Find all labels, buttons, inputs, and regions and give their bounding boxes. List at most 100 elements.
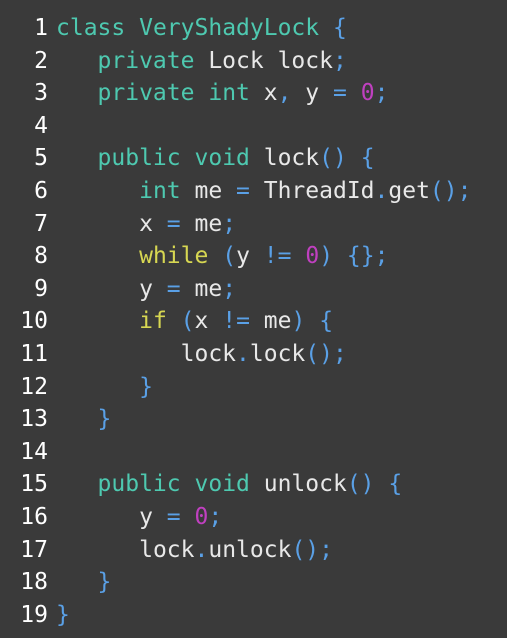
line-number: 10 xyxy=(20,308,48,335)
code-token: ; xyxy=(222,275,237,302)
code-token: . xyxy=(374,177,389,204)
code-token: me xyxy=(180,210,223,237)
code-token: != xyxy=(263,243,292,270)
line-number: 5 xyxy=(34,145,48,172)
code-token: while xyxy=(139,243,209,270)
code-text: int me = ThreadId.get(); xyxy=(56,175,471,208)
code-line[interactable]: 18 } xyxy=(0,566,507,599)
code-token: ; xyxy=(208,503,223,530)
code-token: lock xyxy=(249,145,320,172)
code-token: lock xyxy=(249,340,306,367)
code-text: } xyxy=(56,566,112,599)
code-token: ( xyxy=(180,308,195,335)
code-line[interactable]: 7 x = me; xyxy=(0,208,507,241)
line-number: 13 xyxy=(20,406,48,433)
code-token: () xyxy=(319,145,347,172)
code-token: = xyxy=(236,177,250,204)
code-text: if (x != me) { xyxy=(56,305,333,338)
code-line[interactable]: 6 int me = ThreadId.get(); xyxy=(0,175,507,208)
code-token: (); xyxy=(291,536,333,563)
line-number: 14 xyxy=(20,438,48,465)
line-number: 7 xyxy=(34,210,48,237)
code-token: { xyxy=(360,145,375,172)
code-text: } xyxy=(56,599,70,632)
code-token: void xyxy=(194,145,250,172)
code-token: } xyxy=(56,601,70,628)
code-editor[interactable]: 1 class VeryShadyLock {2 private Lock loc… xyxy=(0,0,507,638)
code-token: x xyxy=(139,210,167,237)
code-line[interactable]: 13 } xyxy=(0,403,507,436)
code-token: public xyxy=(97,145,181,172)
code-line[interactable]: 10 if (x != me) { xyxy=(0,305,507,338)
code-token: y xyxy=(139,503,167,530)
line-number: 9 xyxy=(34,275,48,302)
code-text: while (y != 0) {}; xyxy=(56,240,388,273)
line-number: 2 xyxy=(34,47,48,74)
code-token: ; xyxy=(222,210,237,237)
code-token: unlock xyxy=(208,536,292,563)
code-token: } xyxy=(97,569,112,596)
code-token: get xyxy=(388,177,430,204)
code-line[interactable]: 4 xyxy=(0,110,507,143)
line-number: 3 xyxy=(34,80,48,107)
code-token: = xyxy=(166,275,181,302)
code-line[interactable]: 2 private Lock lock; xyxy=(0,45,507,78)
code-line[interactable]: 15 public void unlock() { xyxy=(0,468,507,501)
code-line[interactable]: 1 class VeryShadyLock { xyxy=(0,12,507,45)
code-token: VeryShadyLock xyxy=(139,15,320,41)
code-token: y xyxy=(291,80,333,107)
code-token: y xyxy=(236,243,264,270)
code-token: 0 xyxy=(194,503,209,530)
code-token: x xyxy=(194,308,223,335)
code-token: public xyxy=(97,471,181,498)
code-token: private xyxy=(97,47,195,74)
code-line[interactable]: 16 y = 0; xyxy=(0,501,507,534)
code-line[interactable]: 9 y = me; xyxy=(0,273,507,306)
code-token: ( xyxy=(222,243,237,270)
code-token: x xyxy=(249,80,278,107)
code-token: 0 xyxy=(305,243,320,270)
code-line[interactable]: 14 xyxy=(0,436,507,469)
code-line[interactable]: 8 while (y != 0) {}; xyxy=(0,240,507,273)
code-token: (); xyxy=(305,340,347,367)
line-number: 1 xyxy=(34,15,48,41)
code-token: Lock lock xyxy=(194,47,333,74)
code-line[interactable]: 11 lock.lock(); xyxy=(0,338,507,371)
code-line[interactable]: 3 private int x, y = 0; xyxy=(0,77,507,110)
code-token: y xyxy=(139,275,167,302)
code-token: 0 xyxy=(360,80,375,107)
code-text: public void unlock() { xyxy=(56,468,403,501)
code-token: me xyxy=(180,177,237,204)
code-line[interactable]: 5 public void lock() { xyxy=(0,142,507,175)
code-line[interactable]: 12 } xyxy=(0,371,507,404)
code-token: lock xyxy=(139,536,195,563)
code-text: } xyxy=(56,371,153,404)
code-token: unlock xyxy=(249,471,347,498)
code-token: { xyxy=(388,471,403,498)
code-text: x = me; xyxy=(56,208,236,241)
code-token: ) xyxy=(319,243,334,270)
code-token: private xyxy=(97,80,195,107)
code-text: y = me; xyxy=(56,273,236,306)
code-token: class xyxy=(56,15,126,41)
code-line[interactable]: 17 lock.unlock(); xyxy=(0,534,507,567)
code-line[interactable]: 19} xyxy=(0,599,507,632)
code-token: () xyxy=(346,471,375,498)
line-number: 18 xyxy=(20,569,48,596)
code-token: } xyxy=(139,373,153,400)
